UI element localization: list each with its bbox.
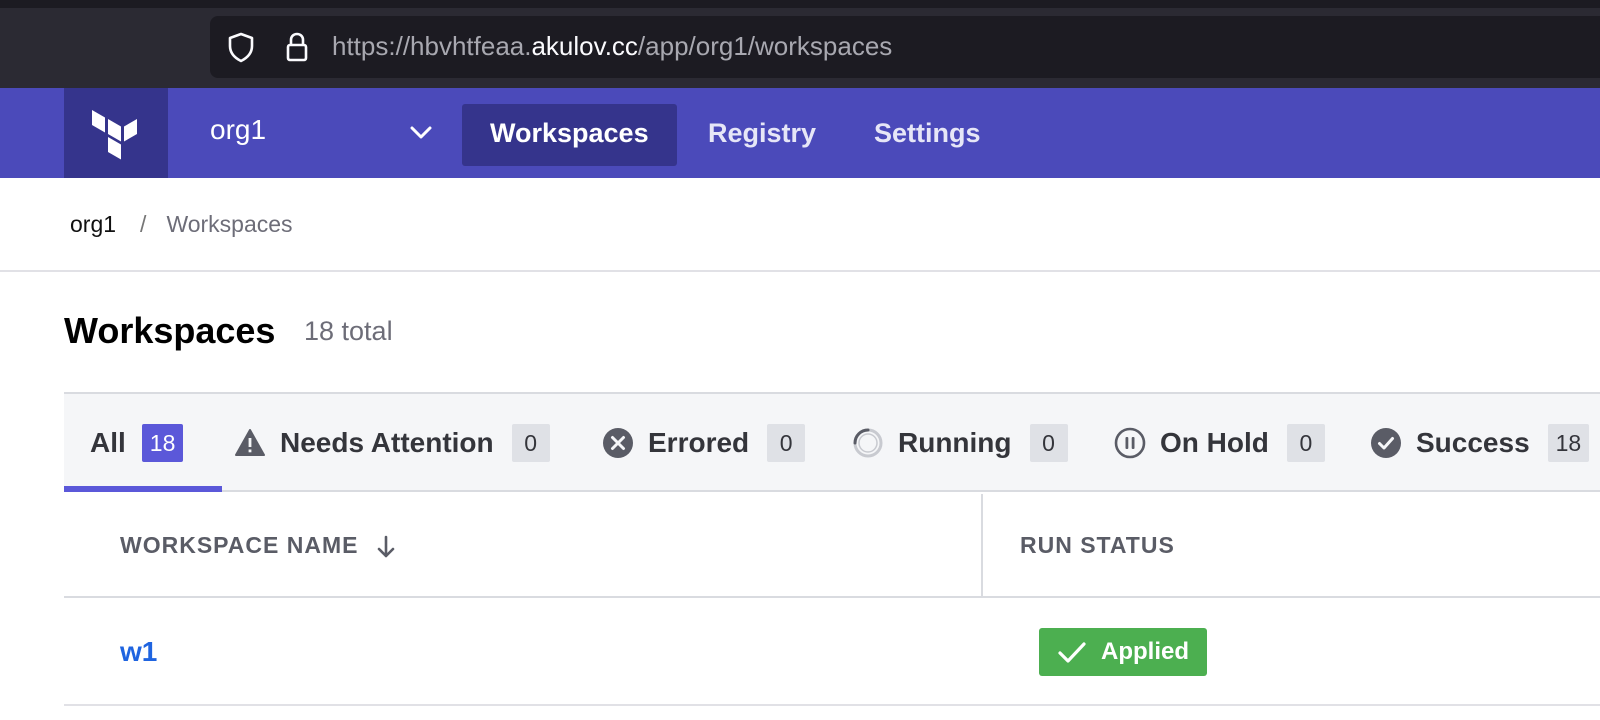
column-header-run-status: RUN STATUS <box>1020 532 1175 558</box>
filter-count-badge: 18 <box>141 424 184 462</box>
workspace-total: 18 total <box>304 316 393 346</box>
browser-toolbar: https://hbvhtfeaa.akulov.cc/app/org1/wor… <box>0 0 1600 88</box>
error-circle-icon <box>603 428 633 458</box>
nav-tab-settings[interactable]: Settings <box>846 104 1009 166</box>
column-header-workspace-name[interactable]: WORKSPACE NAME <box>120 532 358 559</box>
filter-count-badge: 0 <box>1286 424 1325 462</box>
breadcrumb-current: Workspaces <box>166 211 293 237</box>
filter-tab-on-hold[interactable]: On Hold 0 <box>1114 394 1325 492</box>
url-text[interactable]: https://hbvhtfeaa.akulov.cc/app/org1/wor… <box>332 31 892 62</box>
check-circle-icon <box>1371 428 1401 458</box>
lock-icon[interactable] <box>280 30 314 64</box>
workspace-link[interactable]: w1 <box>120 636 157 668</box>
breadcrumb-org-link[interactable]: org1 <box>70 211 116 237</box>
filter-count-badge: 18 <box>1547 424 1590 462</box>
check-icon <box>1058 642 1086 663</box>
page-title: Workspaces <box>64 310 276 351</box>
filter-tab-running[interactable]: Running 0 <box>852 394 1068 492</box>
filter-label: On Hold <box>1160 427 1269 458</box>
terraform-logo-icon <box>92 110 137 160</box>
status-filter-tabs: All 18 Needs Attention 0 Errored 0 Runni… <box>64 392 1600 492</box>
pause-circle-icon <box>1114 427 1146 459</box>
filter-label: All <box>90 427 126 458</box>
filter-label: Running <box>898 427 1012 458</box>
filter-label: Needs Attention <box>280 427 494 458</box>
spinner-icon <box>853 428 883 458</box>
column-divider <box>981 494 983 598</box>
nav-tab-registry[interactable]: Registry <box>680 104 844 166</box>
filter-tab-errored[interactable]: Errored 0 <box>602 394 806 492</box>
sort-descending-icon[interactable] <box>374 534 398 560</box>
shield-icon[interactable] <box>224 30 258 64</box>
home-logo-link[interactable] <box>64 88 168 178</box>
filter-tab-all[interactable]: All 18 <box>90 394 184 492</box>
breadcrumb-separator: / <box>140 211 147 237</box>
filter-count-badge: 0 <box>767 424 806 462</box>
divider <box>0 270 1600 272</box>
address-bar[interactable]: https://hbvhtfeaa.akulov.cc/app/org1/wor… <box>210 16 1600 78</box>
app-navbar: org1 Workspaces Registry Settings <box>0 88 1600 178</box>
status-badge: Applied <box>1039 628 1207 676</box>
filter-label: Success <box>1416 427 1530 458</box>
filter-count-badge: 0 <box>511 424 550 462</box>
status-label: Applied <box>1101 638 1189 665</box>
table-row: w1 Applied <box>64 598 1600 706</box>
org-switcher[interactable]: org1 <box>210 114 266 146</box>
table-header: WORKSPACE NAME RUN STATUS <box>64 494 1600 598</box>
browser-tabstrip-edge <box>0 0 1600 8</box>
active-tab-indicator <box>64 486 222 492</box>
breadcrumb: org1 / Workspaces <box>70 211 293 238</box>
chevron-down-icon[interactable] <box>408 122 434 144</box>
filter-count-badge: 0 <box>1029 424 1068 462</box>
warning-icon <box>235 429 265 456</box>
filter-tab-success[interactable]: Success 18 <box>1370 394 1590 492</box>
filter-label: Errored <box>648 427 750 458</box>
nav-tab-workspaces[interactable]: Workspaces <box>462 104 677 166</box>
filter-tab-needs-attention[interactable]: Needs Attention 0 <box>234 394 550 492</box>
